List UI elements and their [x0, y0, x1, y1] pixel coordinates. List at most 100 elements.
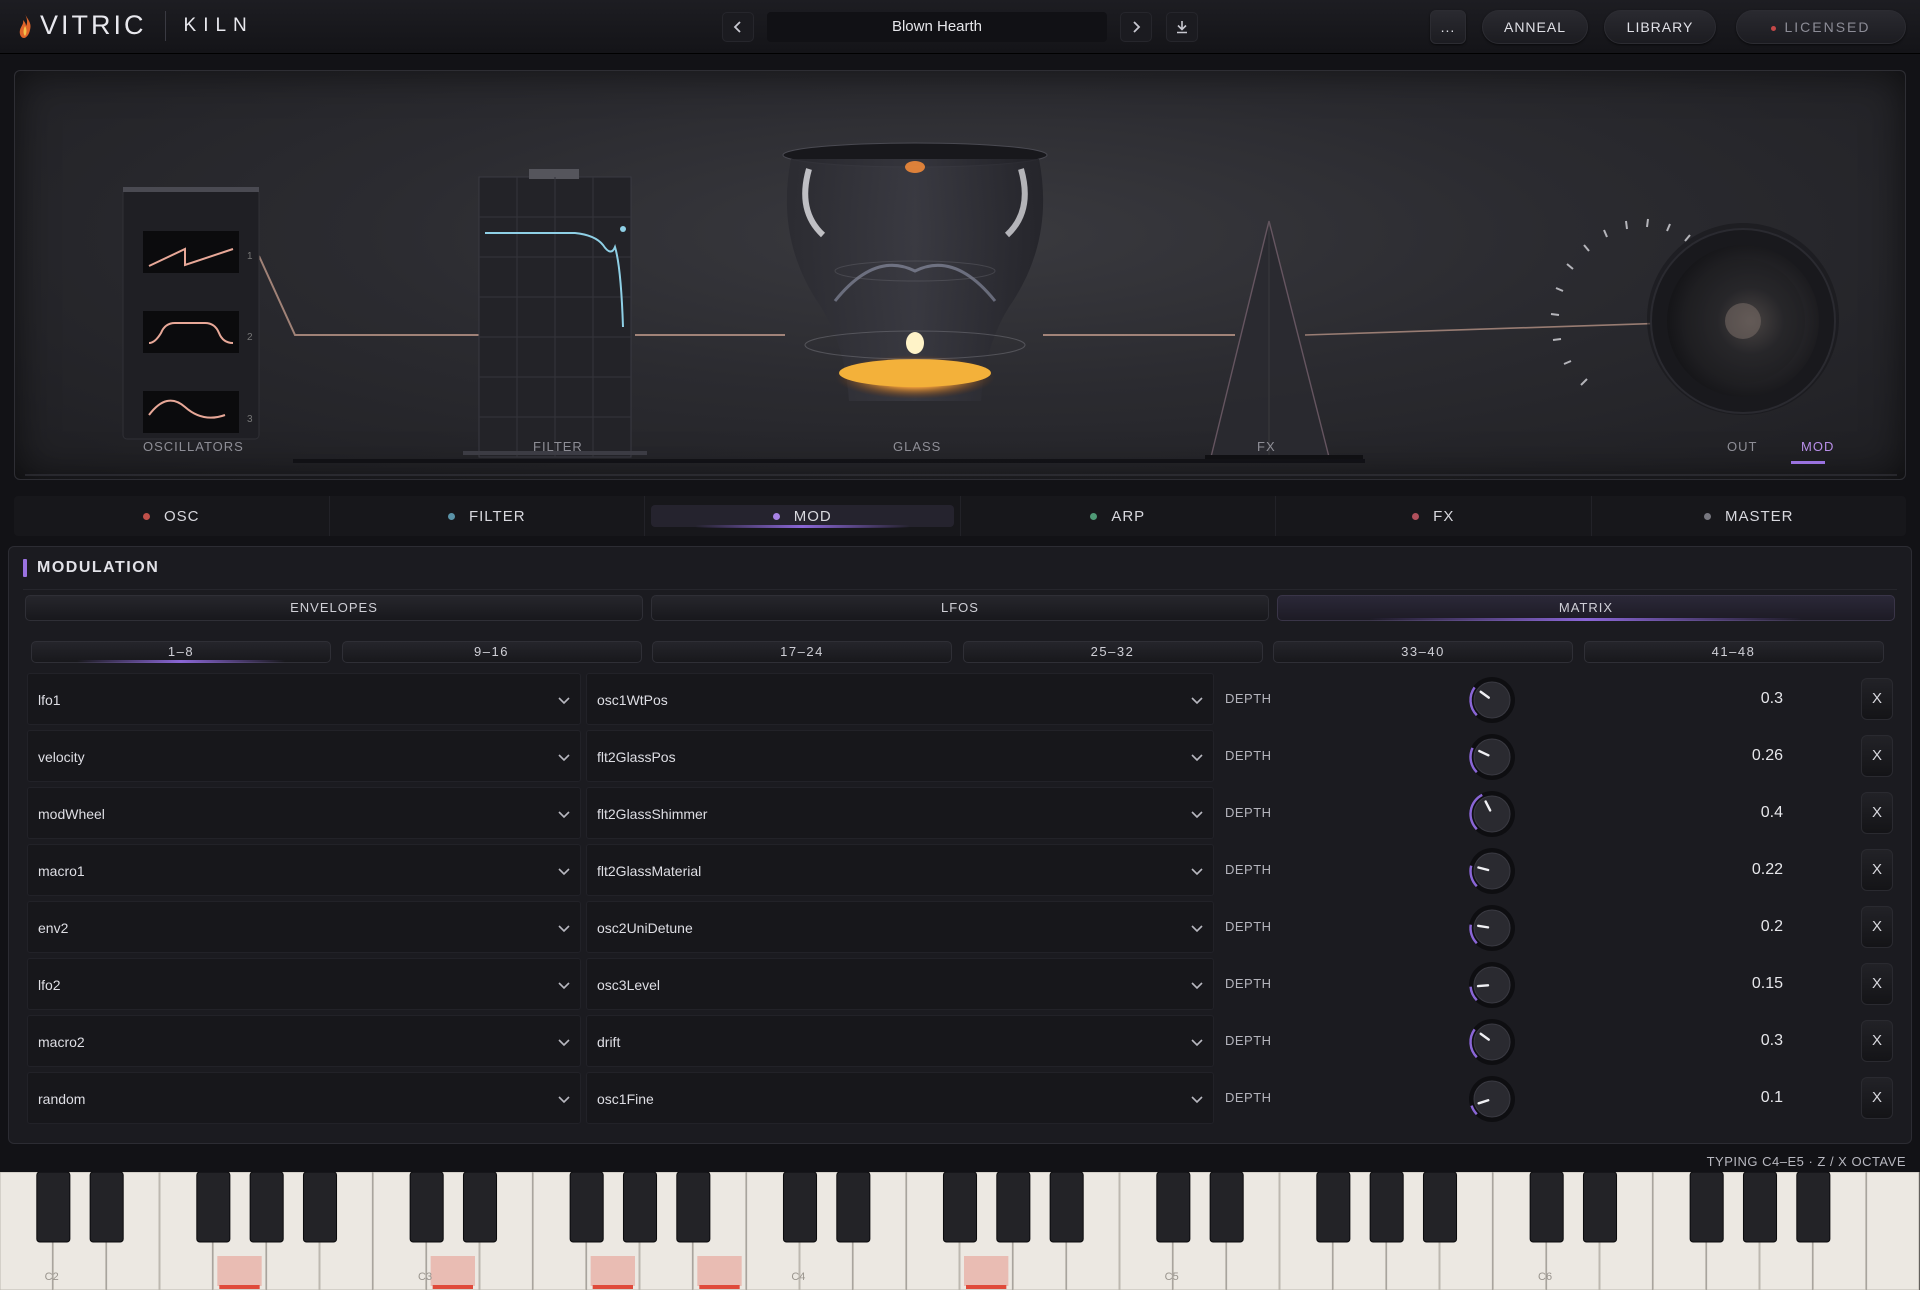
mod-source-select[interactable]: modWheel [27, 787, 581, 839]
matrix-page-tab-2[interactable]: 9–16 [341, 641, 642, 663]
mod-tab-label: ENVELOPES [290, 600, 378, 615]
mod-target-select[interactable]: osc1WtPos [586, 673, 1214, 725]
save-preset-button[interactable] [1166, 12, 1198, 42]
remove-slot-button[interactable]: X [1861, 1020, 1893, 1062]
license-status-button[interactable]: LICENSED [1736, 10, 1906, 44]
remove-slot-button[interactable]: X [1861, 792, 1893, 834]
tab-mod[interactable]: MOD [645, 496, 961, 536]
depth-value[interactable]: 0.15 [1727, 958, 1783, 1010]
black-key[interactable] [302, 1171, 338, 1243]
license-status-dot [1771, 25, 1777, 31]
black-key[interactable] [89, 1171, 124, 1243]
black-key[interactable] [462, 1171, 498, 1243]
chevron-down-icon [558, 697, 570, 705]
mod-target-select[interactable]: osc1Fine [586, 1072, 1214, 1124]
matrix-page-label: 41–48 [1711, 644, 1756, 659]
remove-slot-button[interactable]: X [1861, 906, 1893, 948]
depth-value[interactable]: 0.4 [1727, 787, 1783, 839]
mod-source-select[interactable]: velocity [27, 730, 581, 782]
remove-slot-button[interactable]: X [1861, 963, 1893, 1005]
remove-slot-button[interactable]: X [1861, 678, 1893, 720]
black-key[interactable] [1582, 1171, 1618, 1243]
mod-target-select[interactable]: osc2UniDetune [586, 901, 1214, 953]
black-key[interactable] [569, 1171, 604, 1243]
depth-value[interactable]: 0.3 [1727, 1015, 1783, 1067]
mod-tab-label: LFOS [941, 600, 979, 615]
mod-target-select[interactable]: flt2GlassShimmer [586, 787, 1214, 839]
tab-fx[interactable]: FX [1276, 496, 1592, 536]
mod-source-select[interactable]: macro1 [27, 844, 581, 896]
black-key[interactable] [1689, 1171, 1724, 1243]
black-key[interactable] [622, 1171, 658, 1243]
remove-slot-button[interactable]: X [1861, 735, 1893, 777]
depth-value[interactable]: 0.1 [1727, 1072, 1783, 1124]
black-key[interactable] [1796, 1171, 1831, 1243]
out-view-toggle[interactable]: OUT [1727, 439, 1757, 454]
black-key[interactable] [196, 1171, 231, 1243]
mod-tab-matrix[interactable]: MATRIX [1277, 595, 1895, 621]
matrix-page-tab-6[interactable]: 41–48 [1583, 641, 1884, 663]
black-key[interactable] [249, 1171, 284, 1243]
tab-status-led [1703, 512, 1711, 520]
black-key[interactable] [836, 1171, 871, 1243]
mod-source-select[interactable]: lfo1 [27, 673, 581, 725]
library-button[interactable]: LIBRARY [1604, 10, 1716, 44]
mod-target-select[interactable]: flt2GlassPos [586, 730, 1214, 782]
mod-tab-lfos[interactable]: LFOS [651, 595, 1269, 621]
black-key[interactable] [676, 1171, 711, 1243]
white-key[interactable] [1866, 1171, 1920, 1290]
remove-slot-button[interactable]: X [1861, 849, 1893, 891]
preset-name-display[interactable]: Blown Hearth [767, 12, 1107, 42]
black-key[interactable] [782, 1171, 818, 1243]
tab-osc[interactable]: OSC [14, 496, 330, 536]
black-key[interactable] [36, 1171, 71, 1243]
black-key[interactable] [1422, 1171, 1458, 1243]
mod-source-select[interactable]: macro2 [27, 1015, 581, 1067]
mod-source-select[interactable]: random [27, 1072, 581, 1124]
black-key[interactable] [409, 1171, 444, 1243]
next-preset-button[interactable] [1120, 12, 1152, 42]
title-divider [23, 589, 1897, 590]
depth-value[interactable]: 0.2 [1727, 901, 1783, 953]
matrix-page-tab-1[interactable]: 1–8 [31, 641, 331, 663]
mod-source-select[interactable]: lfo2 [27, 958, 581, 1010]
mod-target-select[interactable]: osc3Level [586, 958, 1214, 1010]
fx-prism [1205, 220, 1363, 459]
tab-master[interactable]: MASTER [1592, 496, 1907, 536]
black-key[interactable] [996, 1171, 1031, 1243]
depth-value[interactable]: 0.26 [1727, 730, 1783, 782]
piano-keyboard[interactable]: C2 C3 C4 C5 C6 [0, 1171, 1920, 1290]
chevron-down-icon [1191, 868, 1203, 876]
black-key[interactable] [1316, 1171, 1351, 1243]
depth-value[interactable]: 0.22 [1727, 844, 1783, 896]
keyboard-hint: TYPING C4–E5 · Z / X OCTAVE [1706, 1154, 1906, 1169]
tab-content: ARP [1090, 508, 1145, 525]
mod-target-select[interactable]: flt2GlassMaterial [586, 844, 1214, 896]
mod-target-select[interactable]: drift [586, 1015, 1214, 1067]
modulation-panel: MODULATION ENVELOPES LFOS MATRIX 1–8 9–16 17… [8, 546, 1912, 1144]
black-key[interactable] [1156, 1171, 1191, 1243]
anneal-button[interactable]: ANNEAL [1482, 10, 1588, 44]
black-key[interactable] [1049, 1171, 1084, 1243]
prev-preset-button[interactable] [722, 12, 754, 42]
depth-knob-graphic [1469, 1019, 1515, 1065]
remove-slot-button[interactable]: X [1861, 1077, 1893, 1119]
mod-target-value: osc1Fine [597, 1091, 654, 1107]
black-key[interactable] [1529, 1171, 1564, 1243]
more-options-button[interactable]: ... [1430, 10, 1466, 44]
depth-value[interactable]: 0.3 [1727, 673, 1783, 725]
mod-source-select[interactable]: env2 [27, 901, 581, 953]
mod-view-toggle[interactable]: MOD [1801, 439, 1834, 454]
matrix-page-tab-3[interactable]: 17–24 [652, 641, 952, 663]
tab-filter[interactable]: FILTER [330, 496, 645, 536]
matrix-page-tab-4[interactable]: 25–32 [962, 641, 1263, 663]
matrix-page-tab-5[interactable]: 33–40 [1273, 641, 1573, 663]
black-key[interactable] [1369, 1171, 1404, 1243]
mod-tab-envelopes[interactable]: ENVELOPES [25, 595, 643, 621]
mod-source-value: env2 [38, 920, 69, 936]
chevron-down-icon [1191, 811, 1203, 819]
black-key[interactable] [1209, 1171, 1244, 1243]
tab-arp[interactable]: ARP [961, 496, 1276, 536]
black-key[interactable] [942, 1171, 978, 1243]
black-key[interactable] [1742, 1171, 1778, 1243]
